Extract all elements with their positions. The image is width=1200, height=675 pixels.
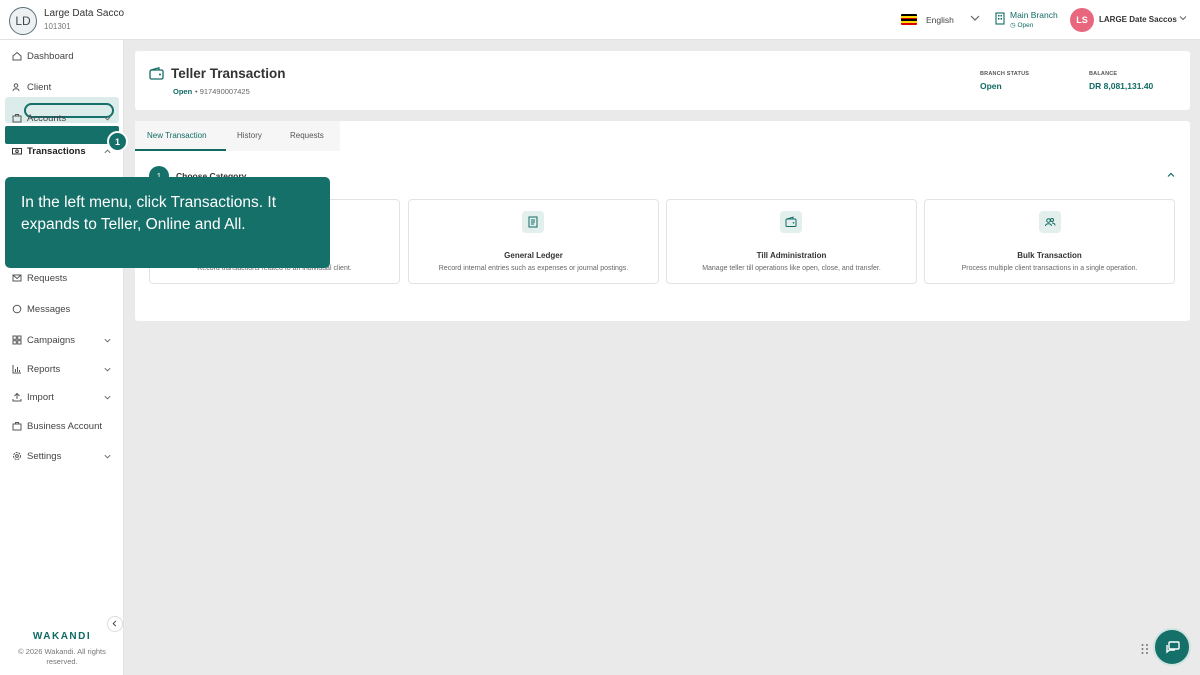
sidebar-item-label: Import (27, 391, 54, 403)
chevron-down-icon[interactable] (1178, 13, 1188, 23)
chevron-down-icon[interactable] (969, 12, 981, 24)
sidebar-item-label: Business Account (27, 420, 102, 432)
chat-icon (1166, 641, 1180, 654)
cash-icon (12, 148, 22, 155)
tab-history[interactable]: History (237, 131, 262, 140)
chevron-down-icon[interactable] (103, 393, 112, 402)
sidebar-item-label: Settings (27, 450, 62, 462)
org-avatar[interactable]: LD (9, 7, 37, 35)
chevron-up-icon[interactable] (1166, 170, 1176, 180)
sidebar-item-accounts[interactable]: Accounts (0, 106, 124, 130)
chevron-down-icon[interactable] (103, 114, 112, 123)
tour-step-badge: 1 (107, 131, 128, 152)
sidebar-item-requests[interactable]: Requests (0, 266, 124, 290)
language-selector[interactable]: English (926, 15, 954, 25)
active-tab-indicator (135, 149, 226, 151)
category-title: Till Administration (756, 251, 827, 260)
tour-callout-text: In the left menu, click Transactions. It… (21, 194, 277, 233)
tab-new-transaction[interactable]: New Transaction (147, 131, 207, 140)
upload-icon (12, 392, 22, 402)
category-title: General Ledger (504, 251, 563, 260)
till-number-value: 917490007425 (199, 87, 250, 96)
briefcase-icon (12, 422, 22, 431)
sidebar-item-label: Client (27, 81, 52, 93)
drag-handle-icon[interactable] (1140, 642, 1150, 656)
copyright-text: © 2026 Wakandi. All rights reserved. (18, 647, 106, 666)
briefcase-icon (12, 114, 22, 123)
sidebar-item-messages[interactable]: Messages (0, 297, 124, 321)
sidebar-item-label: Reports (27, 363, 61, 375)
sidebar-item-label: Dashboard (27, 50, 74, 62)
branch-status-value: Open (980, 81, 1002, 91)
sidebar-item-dashboard[interactable]: Dashboard (0, 44, 124, 68)
chevron-left-icon (112, 620, 117, 627)
org-code: 101301 (44, 22, 71, 31)
category-description: Manage teller till operations like open,… (702, 265, 881, 272)
sidebar-item-reports[interactable]: Reports (0, 357, 124, 381)
chevron-down-icon[interactable] (103, 365, 112, 374)
sidebar-item-settings[interactable]: Settings (0, 444, 124, 468)
sidebar-item-label: Requests (27, 272, 68, 284)
tab-requests[interactable]: Requests (290, 131, 324, 140)
brand-logo: WAKANDI (32, 631, 92, 642)
till-status: Open (173, 87, 193, 96)
wallet-icon (780, 211, 802, 233)
bar-chart-icon (12, 365, 21, 374)
category-description: Process multiple client transactions in … (961, 265, 1138, 272)
branch-status-label: BRANCH STATUS (980, 71, 1030, 77)
sidebar-item-campaigns[interactable]: Campaigns (0, 328, 124, 352)
balance-value: DR 8,081,131.40 (1089, 81, 1154, 91)
user-avatar[interactable]: LS (1070, 8, 1094, 32)
branch-status-label: Open (1017, 22, 1034, 29)
till-number: • 917490007425 (195, 87, 250, 96)
sidebar-collapse-button[interactable] (107, 616, 123, 632)
sidebar-item-import[interactable]: Import (0, 385, 124, 409)
gear-icon (13, 452, 21, 460)
category-description: Record internal entries such as expenses… (438, 265, 629, 272)
category-title: Bulk Transaction (1017, 251, 1082, 260)
chat-button[interactable] (1153, 628, 1191, 666)
sidebar-item-client[interactable]: Client (0, 75, 124, 99)
uganda-flag-icon (901, 14, 917, 25)
ledger-icon (522, 211, 544, 233)
sidebar-item-label: Accounts (27, 112, 67, 124)
building-icon (995, 12, 1005, 25)
grid-icon (12, 335, 22, 345)
balance-label: BALANCE (1089, 71, 1118, 77)
org-name: Large Data Sacco (44, 8, 125, 19)
chat-icon (12, 304, 22, 314)
sidebar-item-label: Messages (27, 303, 71, 315)
mail-icon (12, 274, 22, 282)
home-icon (12, 51, 22, 61)
top-bar (0, 0, 1200, 40)
page-header-card (135, 51, 1190, 110)
group-icon (1039, 211, 1061, 233)
user-name[interactable]: LARGE Date Saccos (1099, 15, 1177, 24)
sidebar-item-label: Campaigns (27, 334, 76, 346)
users-icon (12, 83, 20, 92)
sidebar-item-label: Transactions (27, 145, 86, 157)
sidebar-item-transactions[interactable]: Transactions (0, 139, 124, 163)
branch-name[interactable]: Main Branch (1010, 10, 1058, 20)
wallet-icon (149, 67, 164, 80)
page-title: Teller Transaction (171, 66, 286, 81)
chevron-down-icon[interactable] (103, 452, 112, 461)
chevron-down-icon[interactable] (103, 336, 112, 345)
branch-open-status: ◷ Open (1010, 22, 1034, 29)
sidebar-item-business-account[interactable]: Business Account (0, 414, 124, 438)
